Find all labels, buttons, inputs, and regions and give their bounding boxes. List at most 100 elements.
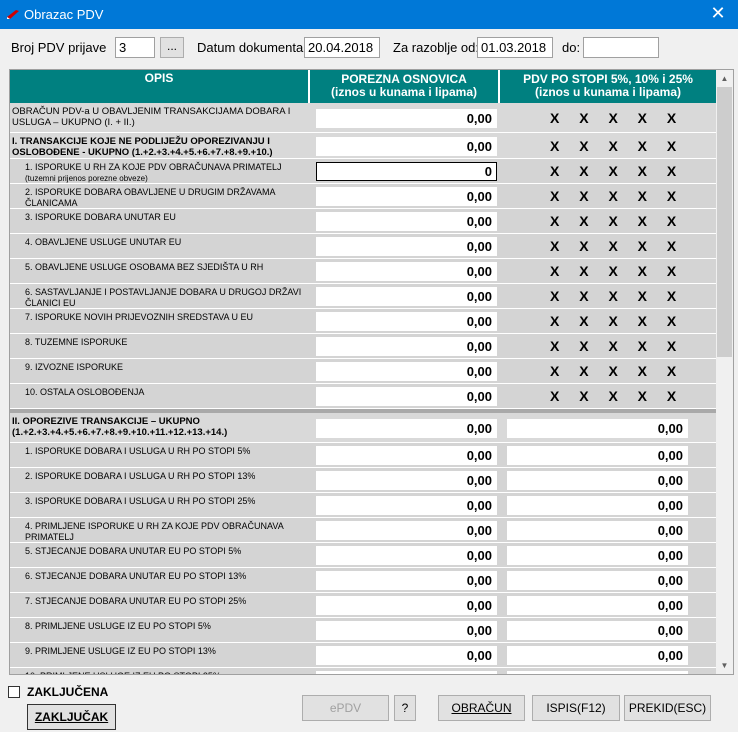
table-row: II. OPOREZIVE TRANSAKCIJE – UKUPNO (1.+2… bbox=[10, 413, 716, 443]
scroll-down-icon[interactable]: ▼ bbox=[716, 657, 733, 674]
broj-prijave-input[interactable]: 3 bbox=[115, 37, 155, 58]
razdoblje-od-input[interactable]: 01.03.2018 bbox=[477, 37, 553, 58]
pdv-input[interactable]: 0,00 bbox=[507, 671, 688, 674]
row-label: 6. STJECANJE DOBARA UNUTAR EU PO STOPI 1… bbox=[25, 571, 247, 581]
row-label: 8. TUZEMNE ISPORUKE bbox=[25, 337, 128, 347]
osnovica-input[interactable]: 0,00 bbox=[316, 337, 497, 356]
row-label: 3. ISPORUKE DOBARA UNUTAR EU bbox=[25, 212, 176, 222]
osnovica-input[interactable]: 0,00 bbox=[316, 187, 497, 206]
pdv-input[interactable]: 0,00 bbox=[507, 446, 688, 465]
row-label: 1. ISPORUKE U RH ZA KOJE PDV OBRAČUNAVA … bbox=[25, 162, 282, 172]
table-row: I. TRANSAKCIJE KOJE NE PODLIJEŽU OPOREZI… bbox=[10, 133, 716, 159]
pdv-input[interactable]: 0,00 bbox=[507, 546, 688, 565]
table-row: 3. ISPORUKE DOBARA UNUTAR EU 0,00 X X X X … bbox=[10, 209, 716, 234]
osnovica-input[interactable]: 0,00 bbox=[316, 596, 497, 615]
table-row: 9. PRIMLJENE USLUGE IZ EU PO STOPI 13% 0,… bbox=[10, 643, 716, 668]
pdv-input[interactable]: 0,00 bbox=[507, 496, 688, 515]
osnovica-input[interactable]: 0,00 bbox=[316, 419, 497, 438]
osnovica-input[interactable]: 0,00 bbox=[316, 546, 497, 565]
osnovica-input[interactable]: 0,00 bbox=[316, 109, 497, 128]
pdv-input[interactable]: 0,00 bbox=[507, 621, 688, 640]
osnovica-input[interactable]: 0,00 bbox=[316, 571, 497, 590]
pdv-input[interactable]: 0,00 bbox=[507, 571, 688, 590]
datum-dokumenta-input[interactable]: 20.04.2018 bbox=[304, 37, 380, 58]
row-label: 9. PRIMLJENE USLUGE IZ EU PO STOPI 13% bbox=[25, 646, 216, 656]
pdv-input[interactable]: 0,00 bbox=[507, 471, 688, 490]
table-row: 1. ISPORUKE DOBARA I USLUGA U RH PO STOP… bbox=[10, 443, 716, 468]
row-description: 3. ISPORUKE DOBARA I USLUGA U RH PO STOP… bbox=[25, 496, 310, 507]
table-row: 2. ISPORUKE DOBARA OBAVLJENE U DRUGIM DR… bbox=[10, 184, 716, 209]
table-row: 7. ISPORUKE NOVIH PRIJEVOZNIH SREDSTAVA … bbox=[10, 309, 716, 334]
osnovica-input[interactable]: 0,00 bbox=[316, 312, 497, 331]
razdoblje-do-input[interactable] bbox=[583, 37, 659, 58]
row-sublabel: (tuzemni prijenos porezne obveze) bbox=[25, 174, 148, 183]
browse-button[interactable]: ... bbox=[160, 37, 184, 58]
close-icon[interactable]: ✕ bbox=[698, 0, 738, 29]
row-description: 1. ISPORUKE DOBARA I USLUGA U RH PO STOP… bbox=[25, 446, 310, 457]
pdv-input[interactable]: 0,00 bbox=[507, 419, 688, 438]
row-description: 8. PRIMLJENE USLUGE IZ EU PO STOPI 5% bbox=[25, 621, 310, 632]
pdv-not-applicable-marks: X X X X X bbox=[550, 138, 685, 154]
zakljucak-button[interactable]: ZAKLJUČAK bbox=[27, 704, 116, 730]
pdv-input[interactable]: 0,00 bbox=[507, 521, 688, 540]
row-description: 3. ISPORUKE DOBARA UNUTAR EU bbox=[25, 212, 310, 223]
prekid-button[interactable]: PREKID(ESC) bbox=[624, 695, 711, 721]
header-pdv-sublabel: (iznos u kunama i lipama) bbox=[534, 85, 682, 99]
scroll-thumb[interactable] bbox=[717, 87, 732, 357]
osnovica-input[interactable]: 0,00 bbox=[316, 237, 497, 256]
row-description: 10. PRIMLJENE USLUGE IZ EU PO STOPI 25% bbox=[25, 671, 310, 674]
osnovica-input[interactable]: 0,00 bbox=[316, 671, 497, 674]
grid-header: OPIS POREZNA OSNOVICA (iznos u kunama i l… bbox=[10, 70, 716, 103]
osnovica-input[interactable]: 0,00 bbox=[316, 471, 497, 490]
osnovica-input[interactable]: 0,00 bbox=[316, 262, 497, 281]
ispis-button[interactable]: ISPIS(F12) bbox=[532, 695, 620, 721]
table-row: 1. ISPORUKE U RH ZA KOJE PDV OBRAČUNAVA … bbox=[10, 159, 716, 184]
obracun-button-label: OBRAČUN bbox=[451, 701, 512, 715]
pdv-not-applicable-marks: X X X X X bbox=[550, 188, 685, 204]
header-pdv: PDV PO STOPI 5%, 10% i 25% (iznos u kunam… bbox=[500, 70, 716, 103]
datum-label: Datum dokumenta: bbox=[197, 40, 307, 55]
table-row: 4. PRIMLJENE ISPORUKE U RH ZA KOJE PDV O… bbox=[10, 518, 716, 553]
osnovica-input[interactable]: 0,00 bbox=[316, 521, 497, 540]
osnovica-input[interactable]: 0,00 bbox=[316, 646, 497, 665]
table-row: 6. SASTAVLJANJE I POSTAVLJANJE DOBARA U … bbox=[10, 284, 716, 309]
row-description: 10. OSTALA OSLOBOĐENJA bbox=[25, 387, 310, 398]
osnovica-input[interactable]: 0,00 bbox=[316, 212, 497, 231]
pdv-not-applicable-marks: X X X X X bbox=[550, 213, 685, 229]
osnovica-input[interactable]: 0,00 bbox=[316, 287, 497, 306]
zakljucena-checkbox[interactable] bbox=[8, 686, 20, 698]
osnovica-input[interactable]: 0,00 bbox=[316, 362, 497, 381]
header-osnovica-sublabel: (iznos u kunama i lipama) bbox=[330, 85, 478, 99]
header-osnovica-label: POREZNA OSNOVICA bbox=[341, 72, 467, 86]
epdv-button[interactable]: ePDV bbox=[302, 695, 389, 721]
row-label: OBRAČUN PDV-a U OBAVLJENIM TRANSAKCIJAMA… bbox=[12, 106, 291, 128]
pdv-input[interactable]: 0,00 bbox=[507, 596, 688, 615]
osnovica-input[interactable]: 0,00 bbox=[316, 446, 497, 465]
header-opis: OPIS bbox=[10, 70, 310, 103]
row-description: 7. ISPORUKE NOVIH PRIJEVOZNIH SREDSTAVA … bbox=[25, 312, 310, 323]
osnovica-input[interactable]: 0,00 bbox=[316, 137, 497, 156]
row-label: 8. PRIMLJENE USLUGE IZ EU PO STOPI 5% bbox=[25, 621, 211, 631]
row-label: 6. SASTAVLJANJE I POSTAVLJANJE DOBARA U … bbox=[25, 287, 302, 308]
table-row: 7. STJECANJE DOBARA UNUTAR EU PO STOPI 2… bbox=[10, 593, 716, 618]
do-label: do: bbox=[562, 40, 581, 55]
osnovica-input[interactable]: 0 bbox=[316, 162, 497, 181]
help-button[interactable]: ? bbox=[394, 695, 416, 721]
row-description: II. OPOREZIVE TRANSAKCIJE – UKUPNO (1.+2… bbox=[12, 416, 308, 438]
obracun-button[interactable]: OBRAČUN bbox=[438, 695, 525, 721]
pdv-input[interactable]: 0,00 bbox=[507, 646, 688, 665]
pdv-not-applicable-marks: X X X X X bbox=[550, 110, 685, 126]
vertical-scrollbar[interactable]: ▲ ▼ bbox=[716, 70, 733, 674]
osnovica-input[interactable]: 0,00 bbox=[316, 496, 497, 515]
row-label: 7. STJECANJE DOBARA UNUTAR EU PO STOPI 2… bbox=[25, 596, 247, 606]
scroll-up-icon[interactable]: ▲ bbox=[716, 70, 733, 87]
window-title: Obrazac PDV bbox=[24, 7, 104, 22]
grid-content: OPIS POREZNA OSNOVICA (iznos u kunama i l… bbox=[10, 70, 716, 674]
osnovica-input[interactable]: 0,00 bbox=[316, 387, 497, 406]
title-bar: Obrazac PDV ✕ bbox=[0, 0, 738, 29]
row-description: 6. STJECANJE DOBARA UNUTAR EU PO STOPI 1… bbox=[25, 571, 310, 582]
row-description: 8. TUZEMNE ISPORUKE bbox=[25, 337, 310, 348]
table-row: 5. STJECANJE DOBARA UNUTAR EU PO STOPI 5… bbox=[10, 543, 716, 568]
pdv-not-applicable-marks: X X X X X bbox=[550, 388, 685, 404]
osnovica-input[interactable]: 0,00 bbox=[316, 621, 497, 640]
